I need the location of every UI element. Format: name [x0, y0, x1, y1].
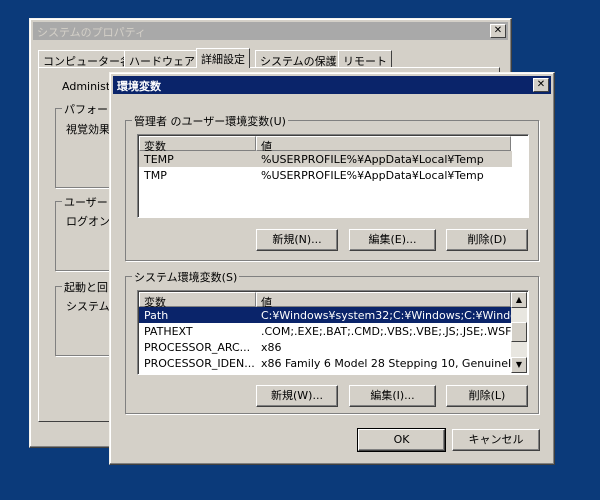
system-variables-label: システム環境変数(S) — [132, 269, 240, 285]
column-header-variable[interactable]: 変数 — [139, 136, 256, 153]
scroll-down-icon[interactable]: ▼ — [511, 357, 527, 373]
tab-computer-name[interactable]: コンピューター名 — [38, 50, 136, 68]
user-new-button[interactable]: 新規(N)... — [256, 229, 338, 251]
env-dialog-title: 環境変数 — [117, 80, 161, 93]
cancel-button[interactable]: キャンセル — [452, 429, 540, 451]
close-icon[interactable]: ✕ — [533, 78, 549, 92]
variable-value: x86 — [261, 341, 282, 354]
variable-name: PROCESSOR_ARC... — [144, 341, 251, 354]
tab-hardware[interactable]: ハードウェア — [124, 50, 200, 68]
list-item[interactable]: TEMP %USERPROFILE%¥AppData¥Local¥Temp — [139, 151, 512, 167]
ok-button[interactable]: OK — [357, 428, 446, 452]
system-list-header: 変数 値 — [139, 292, 511, 309]
list-item[interactable]: Path C:¥Windows¥system32;C:¥Windows;C:¥W… — [139, 307, 511, 323]
vertical-scrollbar[interactable]: ▲ ▼ — [511, 292, 527, 373]
admin-text: Administr — [62, 80, 115, 93]
system-delete-button[interactable]: 削除(L) — [446, 385, 528, 407]
variable-name: Path — [144, 309, 169, 322]
variable-name: PATHEXT — [144, 325, 193, 338]
column-header-value[interactable]: 値 — [256, 292, 511, 309]
close-icon[interactable]: ✕ — [490, 24, 506, 38]
tab-advanced[interactable]: 詳細設定 — [196, 48, 250, 68]
variable-name: TMP — [144, 169, 167, 182]
variable-value: %USERPROFILE%¥AppData¥Local¥Temp — [261, 169, 484, 182]
startup-label: 起動と回 — [62, 279, 110, 295]
variable-value: %USERPROFILE%¥AppData¥Local¥Temp — [261, 153, 484, 166]
list-item[interactable]: TMP %USERPROFILE%¥AppData¥Local¥Temp — [139, 167, 512, 183]
system-variables-list[interactable]: 変数 値 Path C:¥Windows¥system32;C:¥Windows… — [137, 290, 529, 375]
variable-name: TEMP — [144, 153, 174, 166]
env-dialog-titlebar[interactable]: 環境変数 ✕ — [113, 76, 551, 94]
variable-value: C:¥Windows¥system32;C:¥Windows;C:¥Window… — [261, 309, 511, 322]
user-delete-button[interactable]: 削除(D) — [446, 229, 528, 251]
variable-value: x86 Family 6 Model 28 Stepping 10, Genui… — [261, 357, 511, 370]
system-properties-title: システムのプロパティ — [37, 26, 147, 39]
system-edit-button[interactable]: 編集(I)... — [349, 385, 436, 407]
tab-system-protection[interactable]: システムの保護 — [255, 50, 342, 68]
system-properties-titlebar[interactable]: システムのプロパティ ✕ — [33, 22, 508, 40]
user-list-header: 変数 値 — [139, 136, 527, 153]
user-variables-list[interactable]: 変数 値 TEMP %USERPROFILE%¥AppData¥Local¥Te… — [137, 134, 529, 218]
user-variables-label: 管理者 のユーザー環境変数(U) — [132, 113, 288, 129]
scroll-up-icon[interactable]: ▲ — [511, 292, 527, 308]
system-new-button[interactable]: 新規(W)... — [256, 385, 338, 407]
visual-effects-text: 視覚効果 — [66, 123, 110, 136]
variable-value: .COM;.EXE;.BAT;.CMD;.VBS;.VBE;.JS;.JSE;.… — [261, 325, 511, 338]
column-header-variable[interactable]: 変数 — [139, 292, 256, 309]
list-item[interactable]: PATHEXT .COM;.EXE;.BAT;.CMD;.VBS;.VBE;.J… — [139, 323, 511, 339]
column-header-value[interactable]: 値 — [256, 136, 511, 153]
list-item[interactable]: PROCESSOR_ARC... x86 — [139, 339, 511, 355]
variable-name: PROCESSOR_IDEN... — [144, 357, 255, 370]
list-item[interactable]: PROCESSOR_IDEN... x86 Family 6 Model 28 … — [139, 355, 511, 371]
user-edit-button[interactable]: 編集(E)... — [349, 229, 436, 251]
scrollbar-thumb[interactable] — [511, 322, 527, 342]
tab-remote[interactable]: リモート — [338, 50, 392, 68]
